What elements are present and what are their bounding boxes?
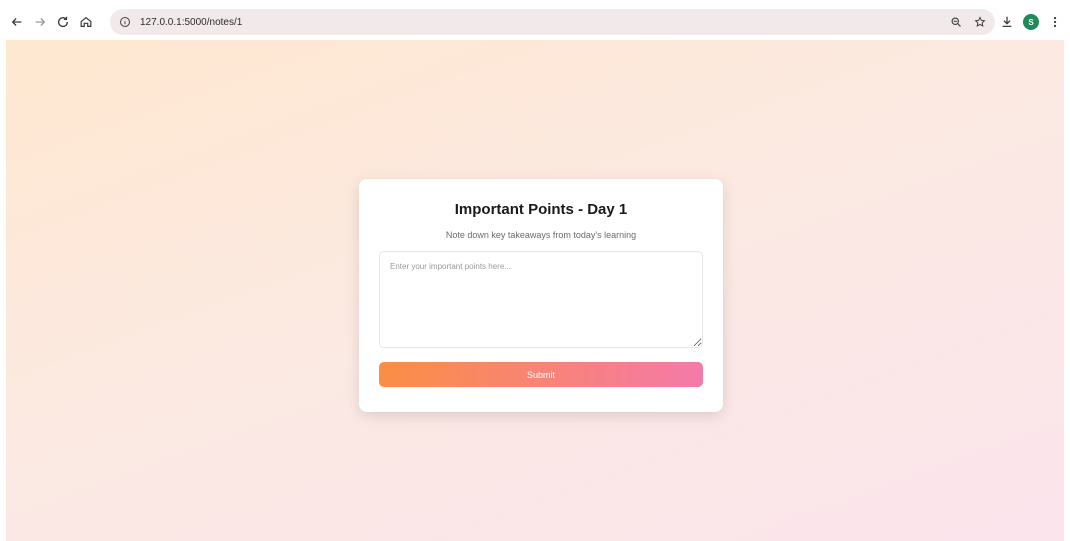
url-text[interactable]: 127.0.0.1:5000/notes/1	[140, 17, 242, 28]
forward-button[interactable]	[29, 11, 51, 33]
arrow-left-icon	[11, 18, 22, 26]
download-icon	[1002, 16, 1012, 28]
page-viewport: Important Points - Day 1 Note down key t…	[6, 40, 1064, 541]
toolbar-actions: S	[996, 11, 1066, 33]
submit-button[interactable]: Submit	[379, 362, 703, 387]
download-button[interactable]	[996, 11, 1018, 33]
notes-textarea[interactable]	[379, 251, 703, 348]
page-title: Important Points - Day 1	[454, 201, 628, 218]
browser-window: 127.0.0.1:5000/notes/1 S Important Point…	[0, 0, 1070, 541]
zoom-icon	[951, 17, 961, 27]
address-bar-actions	[947, 9, 989, 35]
notes-card: Important Points - Day 1 Note down key t…	[359, 179, 723, 412]
reload-icon	[57, 16, 69, 28]
reload-button[interactable]	[52, 11, 74, 33]
page-subtitle: Note down key takeaways from today's lea…	[445, 230, 637, 240]
star-icon	[974, 16, 986, 27]
profile-avatar[interactable]: S	[1023, 14, 1039, 30]
bookmark-button[interactable]	[971, 13, 989, 31]
nav-buttons	[0, 11, 97, 33]
arrow-right-icon	[35, 18, 46, 26]
zoom-button[interactable]	[947, 13, 965, 31]
home-icon	[80, 16, 92, 27]
back-button[interactable]	[6, 11, 28, 33]
address-bar[interactable]: 127.0.0.1:5000/notes/1	[110, 9, 995, 35]
info-icon[interactable]	[118, 15, 132, 29]
kebab-menu-icon	[1053, 16, 1057, 28]
browser-toolbar: 127.0.0.1:5000/notes/1 S	[0, 0, 1070, 44]
home-button[interactable]	[75, 11, 97, 33]
menu-button[interactable]	[1044, 11, 1066, 33]
